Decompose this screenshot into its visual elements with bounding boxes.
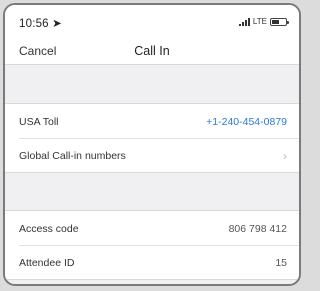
- navigation-bar: Cancel Call In: [5, 35, 299, 65]
- usa-toll-number[interactable]: +1-240-454-0879: [206, 116, 287, 128]
- global-call-in-label: Global Call-in numbers: [19, 150, 126, 162]
- attendee-id-row: Attendee ID 15: [5, 245, 299, 279]
- network-label: LTE: [252, 17, 267, 26]
- usa-toll-label: USA Toll: [19, 116, 59, 128]
- row-divider: [19, 138, 299, 139]
- signal-icon: [238, 17, 250, 26]
- access-code-value: 806 798 412: [228, 223, 287, 235]
- phone-screen: 10:56 ➤ LTE Cancel Call In USA Toll +1-2…: [3, 3, 301, 286]
- global-call-in-row[interactable]: Global Call-in numbers ›: [5, 138, 299, 172]
- status-indicators: LTE: [238, 17, 289, 26]
- meeting-info-group: Access code 806 798 412 Attendee ID 15: [5, 210, 299, 280]
- usa-toll-row[interactable]: USA Toll +1-240-454-0879: [5, 104, 299, 138]
- section-spacer: [5, 65, 299, 103]
- chevron-right-icon: ›: [283, 149, 287, 163]
- access-code-label: Access code: [19, 223, 79, 235]
- battery-icon: [270, 17, 289, 26]
- row-divider: [19, 245, 299, 246]
- section-spacer: [5, 173, 299, 210]
- dial-in-group: USA Toll +1-240-454-0879 Global Call-in …: [5, 103, 299, 173]
- page-title: Call In: [134, 44, 170, 58]
- attendee-id-label: Attendee ID: [19, 257, 75, 269]
- access-code-row: Access code 806 798 412: [5, 211, 299, 245]
- status-time: 10:56 ➤: [19, 18, 63, 30]
- status-bar: 10:56 ➤ LTE: [5, 5, 299, 35]
- attendee-id-value: 15: [275, 257, 287, 269]
